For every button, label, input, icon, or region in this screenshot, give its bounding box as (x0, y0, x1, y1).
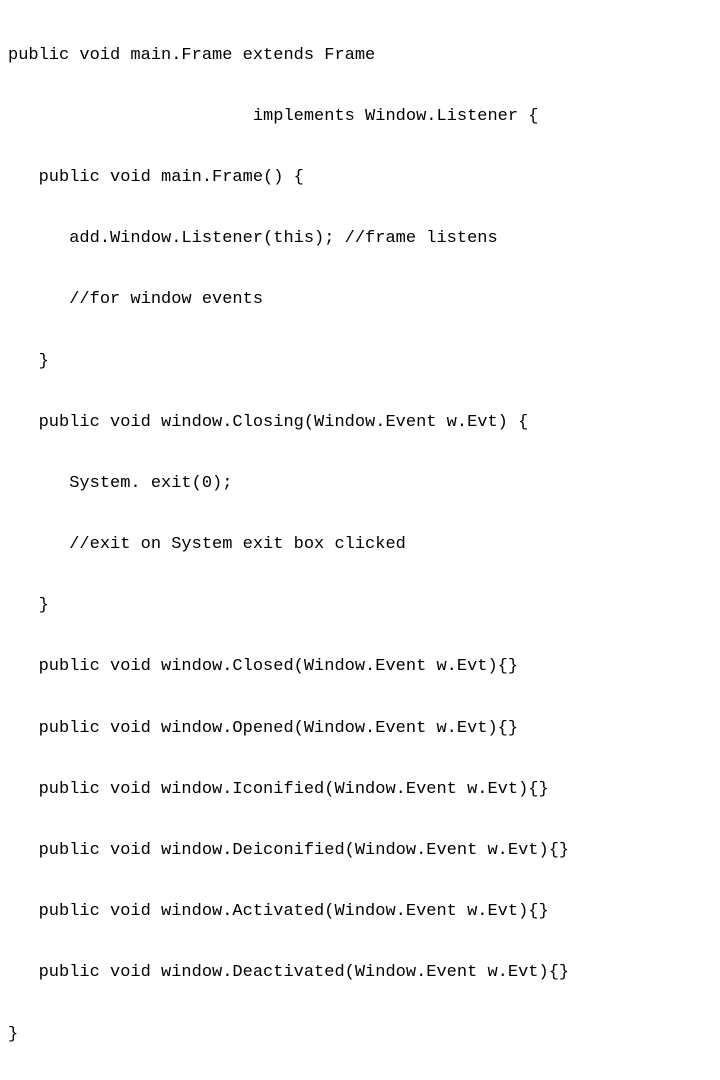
code-line: public void window.Closing(Window.Event … (8, 408, 712, 439)
code-line: //exit on System exit box clicked (8, 530, 712, 561)
code-line: add.Window.Listener(this); //frame liste… (8, 224, 712, 255)
code-line: //for window events (8, 285, 712, 316)
code-line: public void window.Activated(Window.Even… (8, 897, 712, 928)
code-line: } (8, 1020, 712, 1051)
code-line: public void main.Frame() { (8, 163, 712, 194)
code-line: public void window.Closed(Window.Event w… (8, 652, 712, 683)
code-line: public void window.Iconified(Window.Even… (8, 775, 712, 806)
code-line: public void window.Deactivated(Window.Ev… (8, 958, 712, 989)
code-line: public void window.Opened(Window.Event w… (8, 714, 712, 745)
code-line: public void main.Frame extends Frame (8, 41, 712, 72)
code-line: } (8, 591, 712, 622)
code-line: System. exit(0); (8, 469, 712, 500)
code-line: implements Window.Listener { (8, 102, 712, 133)
code-line: } (8, 347, 712, 378)
code-line: public void window.Deiconified(Window.Ev… (8, 836, 712, 867)
code-listing: public void main.Frame extends Frame imp… (8, 10, 712, 1080)
